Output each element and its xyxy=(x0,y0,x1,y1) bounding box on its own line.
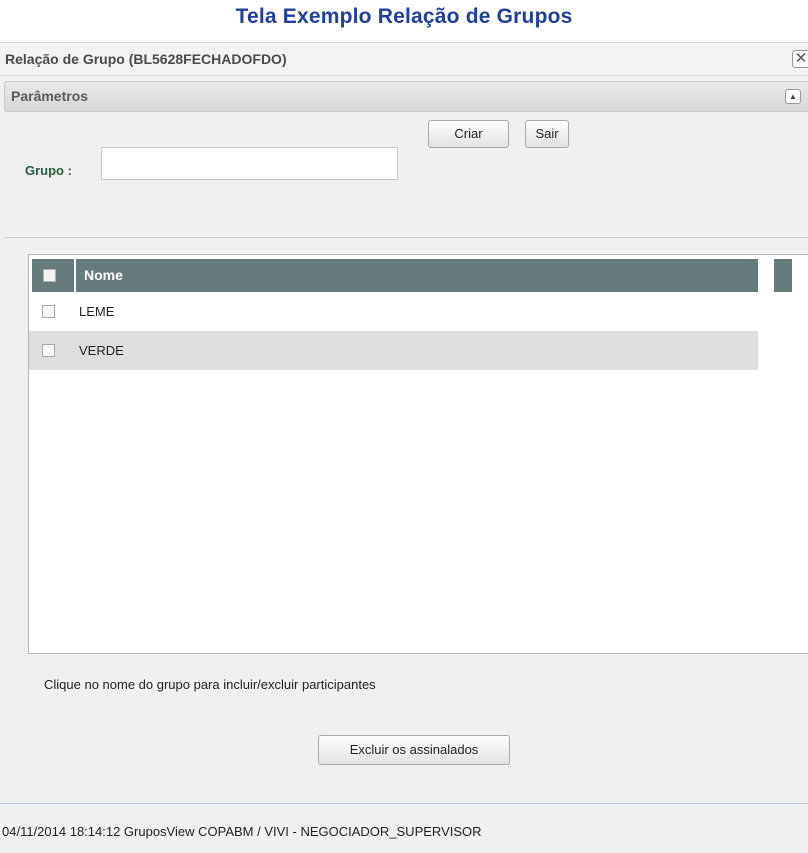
grupo-label: Grupo : xyxy=(25,163,72,178)
select-all-checkbox[interactable] xyxy=(43,269,56,282)
status-bar: 04/11/2014 18:14:12 GruposView COPABM / … xyxy=(2,824,482,839)
chevron-up-icon: ▲ xyxy=(789,92,797,101)
header-divider xyxy=(74,259,76,292)
group-relation-dialog: Relação de Grupo (BL5628FECHADOFDO) ✕ Pa… xyxy=(0,42,808,853)
parameters-header-label: Parâmetros xyxy=(11,88,89,104)
groups-grid: Nome LEME VERDE xyxy=(28,254,808,654)
sair-button[interactable]: Sair xyxy=(525,120,569,148)
dialog-title: Relação de Grupo (BL5628FECHADOFDO) xyxy=(5,51,287,67)
column-header-nome[interactable]: Nome xyxy=(84,267,123,283)
page-title: Tela Exemplo Relação de Grupos xyxy=(235,5,573,28)
parameters-section-header[interactable]: Parâmetros ▲ xyxy=(4,81,808,112)
table-row[interactable]: VERDE xyxy=(29,331,758,370)
row-checkbox[interactable] xyxy=(42,305,55,318)
criar-button[interactable]: Criar xyxy=(428,120,509,148)
close-button[interactable]: ✕ xyxy=(792,50,808,68)
group-name-link[interactable]: LEME xyxy=(79,304,114,319)
collapse-button[interactable]: ▲ xyxy=(785,89,801,104)
dialog-titlebar: Relação de Grupo (BL5628FECHADOFDO) ✕ xyxy=(0,43,808,76)
grid-header: Nome xyxy=(32,259,758,292)
hint-text: Clique no nome do grupo para incluir/exc… xyxy=(44,677,376,692)
row-checkbox[interactable] xyxy=(42,344,55,357)
group-name-link[interactable]: VERDE xyxy=(79,343,124,358)
grupo-input[interactable] xyxy=(101,147,398,180)
delete-selected-button[interactable]: Excluir os assinalados xyxy=(318,735,510,765)
close-icon: ✕ xyxy=(794,49,808,67)
status-divider xyxy=(0,803,808,804)
table-row[interactable]: LEME xyxy=(29,292,758,331)
grid-scrollbar-header xyxy=(774,259,792,292)
